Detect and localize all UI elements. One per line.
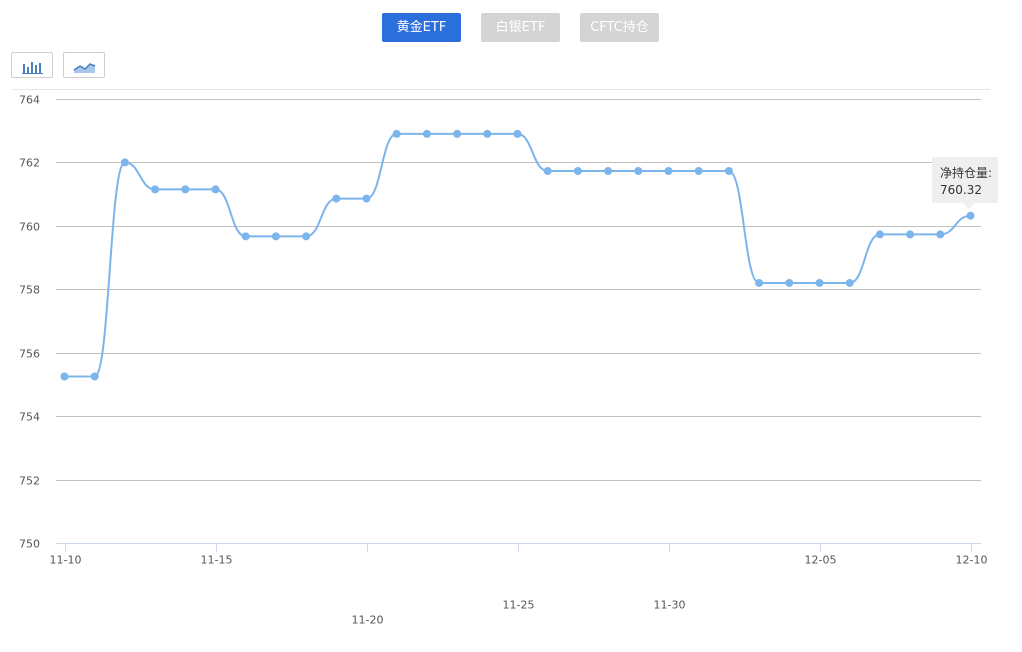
data-point[interactable] [60,372,69,381]
data-point[interactable] [724,166,733,175]
chart-tooltip: 净持仓量: 760.32 [932,157,998,203]
y-tick-label: 764 [19,94,40,107]
y-tick-label: 756 [19,348,40,361]
x-tick-label: 11-20 [352,614,384,627]
bar-chart-button[interactable] [11,52,53,78]
y-tick-label: 758 [19,284,40,297]
data-point[interactable] [875,230,884,239]
data-point[interactable] [573,166,582,175]
data-point[interactable] [664,166,673,175]
data-point[interactable] [422,129,431,138]
line-chart-button[interactable] [63,52,105,78]
data-point[interactable] [362,194,371,203]
data-point[interactable] [211,185,220,194]
data-point[interactable] [966,211,975,220]
line-chart: 750 752 754 756 758 760 762 764 11-10 11-15 11-20 1… [19,94,988,627]
data-point[interactable] [392,129,401,138]
tooltip-arrow [963,203,975,209]
data-point[interactable] [120,158,129,167]
data-point[interactable] [332,194,341,203]
y-tick-label: 760 [19,221,40,234]
data-point[interactable] [271,232,280,241]
data-point[interactable] [302,232,311,241]
data-point[interactable] [241,232,250,241]
x-tick-label: 11-25 [503,599,535,612]
data-point[interactable] [845,278,854,287]
y-tick-label: 750 [19,538,40,551]
data-point[interactable] [785,278,794,287]
data-point[interactable] [906,230,915,239]
x-tick-label: 11-30 [654,599,686,612]
bar-chart-icon [22,62,43,74]
tab-gold-etf[interactable]: 黄金ETF [382,13,461,42]
data-point[interactable] [694,166,703,175]
data-point[interactable] [634,166,643,175]
tab-bar: 黄金ETF 白银ETF CFTC持仓 [0,13,1022,42]
data-point[interactable] [453,129,462,138]
y-tick-label: 754 [19,411,40,424]
data-point[interactable] [604,166,613,175]
data-point[interactable] [483,129,492,138]
data-point[interactable] [815,278,824,287]
tooltip-label: 净持仓量: [940,166,993,180]
y-tick-label: 762 [19,157,40,170]
data-point[interactable] [936,230,945,239]
x-tick-label: 11-15 [201,554,233,567]
x-tick-label: 11-10 [50,554,82,567]
data-point[interactable] [543,166,552,175]
x-tick-label: 12-10 [956,554,988,567]
tooltip-value: 760.32 [940,183,982,197]
data-point[interactable] [90,372,99,381]
x-tick-label: 12-05 [805,554,837,567]
tab-silver-etf[interactable]: 白银ETF [481,13,560,42]
series-line [64,132,971,378]
line-chart-icon [73,63,96,73]
data-point[interactable] [513,129,522,138]
y-tick-label: 752 [19,475,40,488]
data-point[interactable] [181,185,190,194]
tab-cftc-position[interactable]: CFTC持仓 [580,13,659,42]
data-point[interactable] [151,185,160,194]
data-point[interactable] [755,278,764,287]
